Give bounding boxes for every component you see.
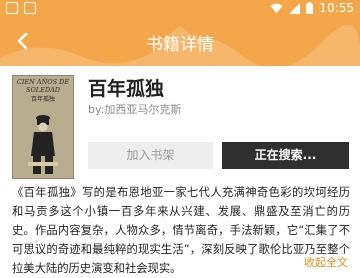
page-title: 书籍详情	[146, 35, 214, 55]
book-author[interactable]: by:加西亚马尔克斯	[88, 101, 181, 117]
book-cover: CIEN AÑOS DE SOLEDAD 百年孤独	[12, 75, 74, 179]
cover-line-2: SOLEDAD	[26, 86, 61, 94]
app-header: 书籍详情	[0, 18, 360, 66]
status-bar: 10:55	[0, 0, 360, 18]
status-left-icons	[6, 2, 36, 14]
searching-button[interactable]: 正在搜索...	[222, 142, 349, 169]
cover-line-1: CIEN AÑOS DE	[17, 77, 69, 86]
status-time: 10:55	[319, 1, 354, 15]
battery-icon	[306, 2, 314, 14]
book-cover-art: CIEN AÑOS DE SOLEDAD 百年孤独	[13, 76, 73, 178]
wifi-icon	[270, 3, 283, 13]
cover-line-3: 百年孤独	[31, 95, 55, 103]
notification-icon	[6, 2, 18, 14]
add-to-shelf-button[interactable]: 加入书架	[88, 142, 213, 169]
signal-icon	[289, 2, 301, 14]
status-right: 10:55	[270, 1, 354, 15]
book-title: 百年孤独	[88, 78, 165, 100]
app-icon	[24, 2, 36, 14]
